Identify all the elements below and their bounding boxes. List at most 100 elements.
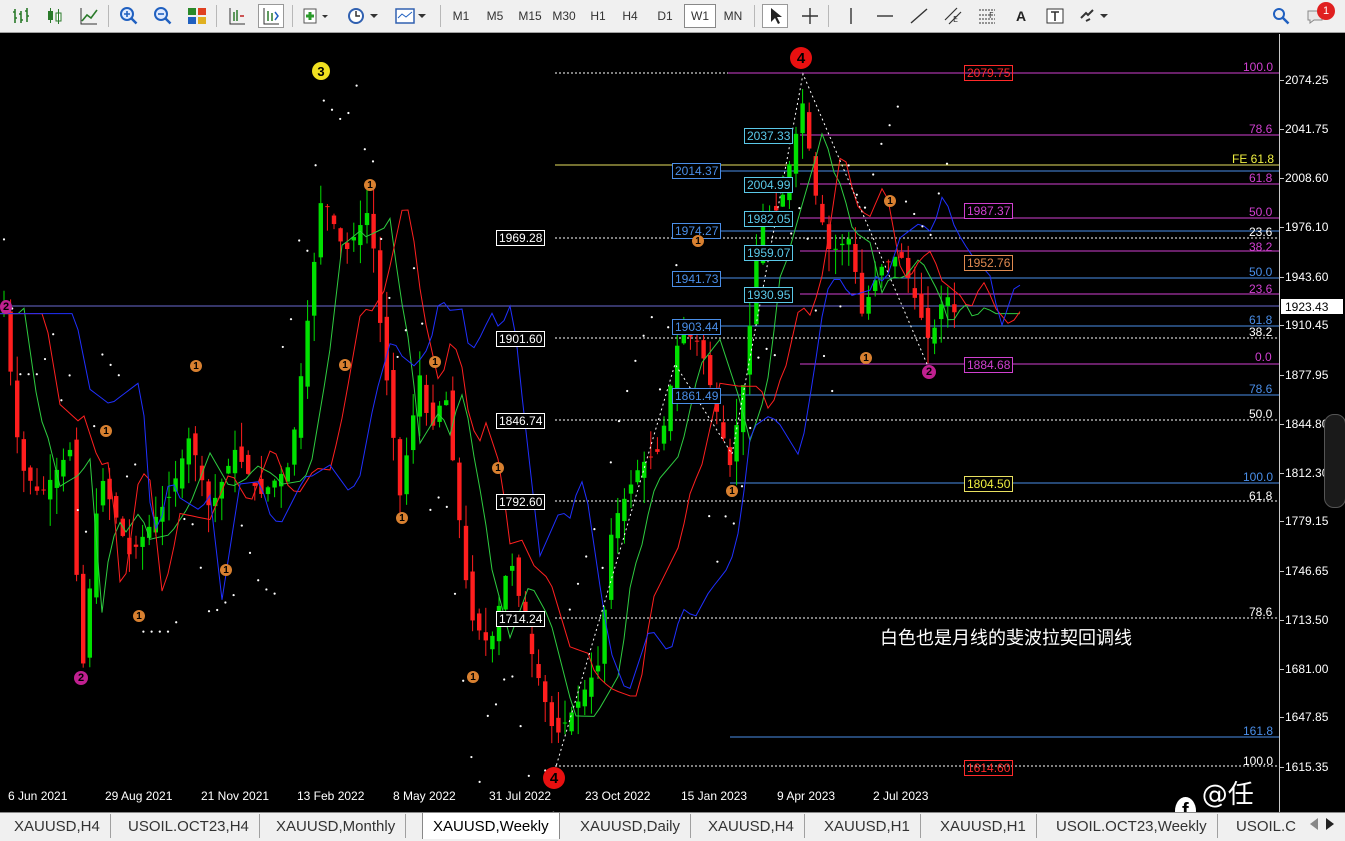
tab-xauusd-h4[interactable]: XAUUSD,H4 bbox=[4, 814, 111, 838]
fib-white-100: 100.0 bbox=[1243, 754, 1274, 768]
timeframe-m30[interactable]: M30 bbox=[548, 4, 580, 28]
indicators-icon[interactable] bbox=[300, 4, 330, 28]
candle-body bbox=[411, 415, 416, 451]
sar-dot bbox=[847, 164, 850, 167]
sar-dot bbox=[314, 164, 317, 167]
search-icon[interactable] bbox=[1268, 4, 1294, 28]
tab-xauusd-weekly[interactable]: XAUUSD,Weekly bbox=[422, 812, 560, 839]
wave-1-label: 1 bbox=[429, 356, 441, 368]
sar-dot bbox=[199, 566, 202, 569]
candle-body bbox=[298, 376, 304, 438]
level-1884: 1884.68 bbox=[964, 357, 1014, 373]
sar-dot bbox=[421, 322, 424, 325]
scroll-handle[interactable] bbox=[1324, 414, 1345, 508]
parabolic-sar bbox=[2, 84, 949, 814]
chart-area[interactable]: 2079.75 2037.33 2014.37 2004.99 1987.37 … bbox=[0, 34, 1279, 814]
tab-xauusd-h4-2[interactable]: XAUUSD,H4 bbox=[698, 814, 805, 838]
sar-dot bbox=[289, 318, 293, 321]
horizontal-line-icon[interactable] bbox=[872, 4, 898, 28]
sar-dot bbox=[732, 522, 735, 525]
tab-xauusd-h1[interactable]: XAUUSD,H1 bbox=[814, 814, 921, 838]
sar-dot bbox=[27, 373, 30, 376]
bar-chart-icon[interactable] bbox=[8, 4, 34, 28]
level-1714: 1714.24 bbox=[496, 611, 546, 627]
tile-windows-icon[interactable] bbox=[184, 4, 210, 28]
candle-body bbox=[100, 480, 106, 506]
tab-scroll-left-icon[interactable] bbox=[1310, 818, 1318, 830]
candle-body bbox=[15, 380, 20, 438]
templates-icon[interactable] bbox=[392, 4, 428, 28]
candle-body bbox=[133, 544, 139, 547]
x-label: 15 Jan 2023 bbox=[681, 789, 748, 803]
candle-body bbox=[397, 439, 403, 496]
arrows-icon[interactable] bbox=[1076, 4, 1112, 28]
x-label: 21 Nov 2021 bbox=[201, 789, 270, 803]
x-label: 23 Oct 2022 bbox=[585, 789, 651, 803]
timeframe-h1[interactable]: H1 bbox=[585, 4, 611, 28]
candle-body bbox=[543, 681, 548, 703]
level-1804: 1804.50 bbox=[964, 476, 1014, 492]
equidistant-channel-icon[interactable]: E bbox=[940, 4, 966, 28]
sar-dot bbox=[913, 212, 916, 216]
zoom-in-icon[interactable] bbox=[116, 4, 142, 28]
sar-dot bbox=[125, 475, 129, 478]
sar-dot bbox=[117, 374, 120, 377]
sar-dot bbox=[831, 389, 834, 393]
text-tool-icon[interactable]: A bbox=[1008, 4, 1034, 28]
timeframe-d1[interactable]: D1 bbox=[652, 4, 678, 28]
cursor-icon[interactable] bbox=[762, 4, 788, 28]
crosshair-icon[interactable] bbox=[797, 4, 823, 28]
sar-dot bbox=[232, 593, 235, 597]
text-label-icon[interactable] bbox=[1042, 4, 1068, 28]
timeframe-h4[interactable]: H4 bbox=[617, 4, 643, 28]
level-1952: 1952.76 bbox=[964, 255, 1014, 271]
fib-white-382: 38.2 bbox=[1249, 325, 1273, 339]
timeframe-m15[interactable]: M15 bbox=[514, 4, 546, 28]
fibonacci-icon[interactable]: F bbox=[974, 4, 1000, 28]
sar-dot bbox=[109, 363, 112, 366]
sar-dot bbox=[273, 592, 276, 595]
vertical-line-icon[interactable] bbox=[838, 4, 864, 28]
candle-body bbox=[655, 449, 660, 452]
candle-body bbox=[807, 112, 812, 149]
timeframe-m5[interactable]: M5 bbox=[481, 4, 509, 28]
candle-body bbox=[490, 635, 495, 650]
price-tick: 1746.65 bbox=[1285, 564, 1329, 578]
candle-body bbox=[8, 311, 13, 372]
autoscroll-icon[interactable] bbox=[258, 4, 284, 28]
price-tick: 1943.60 bbox=[1285, 270, 1329, 284]
tab-scroll-right-icon[interactable] bbox=[1326, 818, 1334, 830]
timeframe-w1[interactable]: W1 bbox=[684, 4, 716, 28]
sar-dot bbox=[806, 237, 809, 240]
candle-body bbox=[331, 215, 337, 225]
sar-dot bbox=[503, 678, 506, 681]
candle-body bbox=[840, 243, 845, 246]
line-chart-icon[interactable] bbox=[76, 4, 102, 28]
candle-body bbox=[483, 632, 488, 641]
fib-magenta-382: 38.2 bbox=[1249, 240, 1273, 254]
notifications-icon[interactable]: 1 bbox=[1303, 2, 1337, 28]
candle-body bbox=[780, 194, 785, 207]
candle-body bbox=[866, 296, 871, 314]
tab-usoil-c[interactable]: USOIL.C bbox=[1226, 814, 1308, 838]
tab-usoil-weekly[interactable]: USOIL.OCT23,Weekly bbox=[1046, 814, 1218, 838]
price-axis[interactable]: 2074.25 2041.75 2008.60 1976.10 1943.60 … bbox=[1279, 34, 1345, 814]
tab-xauusd-h1-2[interactable]: XAUUSD,H1 bbox=[930, 814, 1037, 838]
tab-xauusd-monthly[interactable]: XAUUSD,Monthly bbox=[266, 814, 407, 838]
wave-2-bottom-label: 2 bbox=[74, 671, 88, 685]
tab-xauusd-daily[interactable]: XAUUSD,Daily bbox=[570, 814, 692, 838]
chart-shift-icon[interactable] bbox=[224, 4, 250, 28]
candle-body bbox=[503, 575, 508, 610]
watermark-text: @任天成 bbox=[1201, 780, 1254, 810]
candle-body bbox=[912, 288, 917, 298]
timeframe-m1[interactable]: M1 bbox=[448, 4, 474, 28]
periods-clock-icon[interactable] bbox=[344, 4, 380, 28]
notification-badge: 1 bbox=[1317, 2, 1335, 20]
timeframe-mn[interactable]: MN bbox=[719, 4, 747, 28]
zoom-out-icon[interactable] bbox=[150, 4, 176, 28]
tab-usoil-h4[interactable]: USOIL.OCT23,H4 bbox=[118, 814, 260, 838]
candlestick-icon[interactable] bbox=[42, 4, 68, 28]
candle-body bbox=[609, 534, 614, 600]
trendline-icon[interactable] bbox=[906, 4, 932, 28]
candle-body bbox=[457, 462, 462, 521]
